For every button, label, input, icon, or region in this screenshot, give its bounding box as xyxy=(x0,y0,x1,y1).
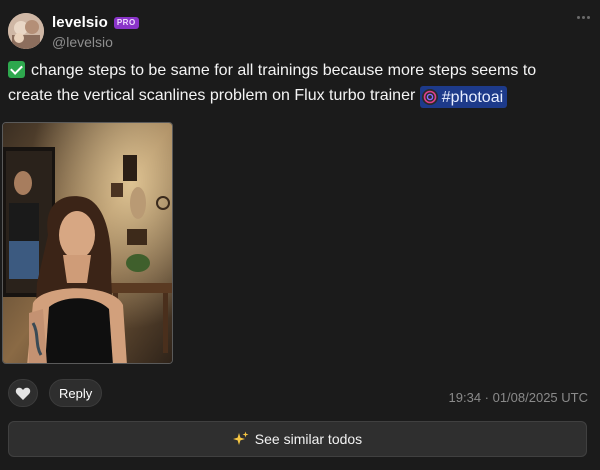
author-handle[interactable]: @levelsio xyxy=(52,34,113,50)
check-icon xyxy=(8,61,25,78)
project-tag[interactable]: #photoai xyxy=(419,86,508,108)
sparkle-icon xyxy=(232,431,249,445)
pro-badge: PRO xyxy=(113,16,139,29)
timestamp: 19:34 · 01/08/2025 UTC xyxy=(448,390,588,405)
photoai-logo-icon xyxy=(421,89,438,105)
reply-button[interactable]: Reply xyxy=(49,379,103,407)
todo-text-block: change steps to be same for all training… xyxy=(8,58,568,108)
more-icon[interactable] xyxy=(577,12,591,22)
see-similar-todos-label: See similar todos xyxy=(254,431,363,447)
heart-icon xyxy=(15,387,31,400)
avatar-image xyxy=(8,13,44,49)
author-name[interactable]: levelsio xyxy=(52,14,108,31)
avatar[interactable] xyxy=(8,13,44,49)
see-similar-todos-button[interactable]: See similar todos xyxy=(8,421,587,457)
todo-photo[interactable] xyxy=(2,122,173,364)
project-tag-label: #photoai xyxy=(441,88,504,106)
like-button[interactable] xyxy=(8,379,38,407)
author-row: levelsio PRO xyxy=(52,14,139,31)
photo-image xyxy=(3,123,172,363)
todo-card: levelsio PRO @levelsio change steps to b… xyxy=(0,0,600,470)
